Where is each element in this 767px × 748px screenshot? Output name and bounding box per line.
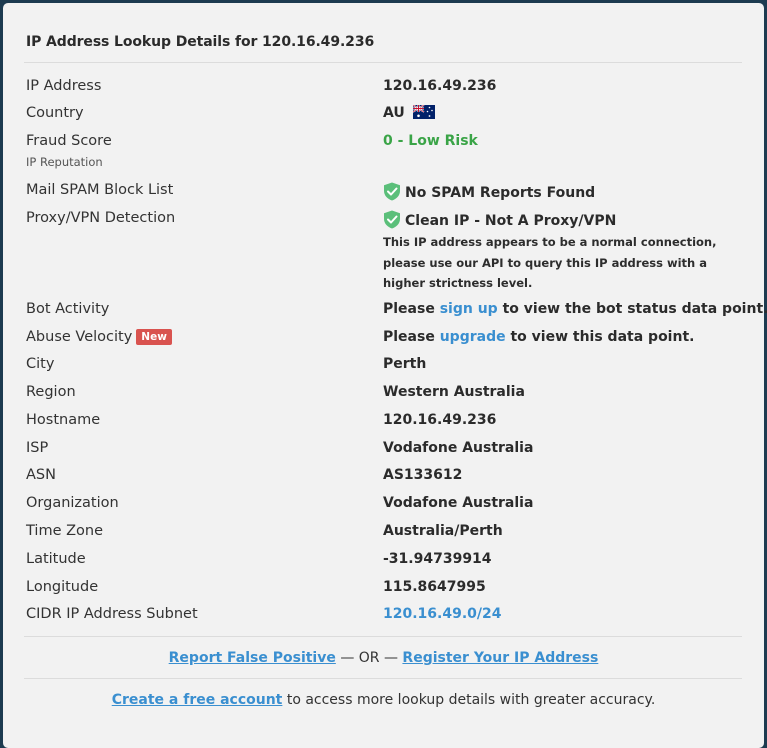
bot-activity-label: Bot Activity [26, 301, 110, 317]
isp-value: Vodafone Australia [383, 440, 534, 456]
shield-check-icon [384, 182, 400, 201]
report-false-positive-link[interactable]: Report False Positive [169, 650, 336, 666]
proxy-value-wrap: Clean IP - Not A Proxy/VPN [383, 210, 616, 229]
abuse-velocity-value: Please upgrade to view this data point. [383, 329, 694, 345]
fraud-score-label: Fraud Score [26, 133, 112, 149]
latitude-value: -31.94739914 [383, 551, 492, 567]
bot-activity-value: Please sign up to view the bot status da… [383, 301, 767, 317]
ip-address-value: 120.16.49.236 [383, 78, 497, 94]
asn-value: AS133612 [383, 467, 463, 483]
abuse-velocity-label: Abuse Velocity [26, 329, 133, 345]
or-separator: — OR — [340, 650, 398, 666]
footer-divider-top [24, 636, 742, 637]
country-value: AU [383, 105, 405, 121]
city-value: Perth [383, 356, 427, 372]
new-badge: New [136, 329, 172, 345]
proxy-label: Proxy/VPN Detection [26, 210, 176, 226]
ip-reputation-sublabel: IP Reputation [26, 155, 103, 169]
region-value: Western Australia [383, 384, 525, 400]
australia-flag-icon [412, 105, 435, 119]
lookup-details-panel: IP Address Lookup Details for 120.16.49.… [3, 3, 767, 748]
ip-address-label: IP Address [26, 78, 102, 94]
spam-value: No SPAM Reports Found [405, 185, 596, 201]
proxy-value: Clean IP - Not A Proxy/VPN [405, 213, 617, 229]
abuse-suffix: to view this data point. [510, 329, 695, 345]
spam-value-wrap: No SPAM Reports Found [383, 182, 595, 201]
latitude-label: Latitude [26, 551, 86, 567]
longitude-label: Longitude [26, 579, 99, 595]
asn-label: ASN [26, 467, 56, 483]
create-account-suffix: to access more lookup details with great… [286, 692, 656, 708]
sign-up-link[interactable]: sign up [440, 301, 498, 317]
country-label: Country [26, 105, 84, 121]
country-value-wrap: AU [383, 105, 435, 121]
bot-suffix: to view the bot status data point. [502, 301, 767, 317]
region-label: Region [26, 384, 76, 400]
header-divider [24, 62, 742, 63]
create-account-line: Create a free account to access more loo… [3, 692, 764, 708]
shield-check-icon [384, 210, 400, 229]
cidr-label: CIDR IP Address Subnet [26, 606, 198, 622]
longitude-value: 115.8647995 [383, 579, 486, 595]
hostname-value: 120.16.49.236 [383, 412, 497, 428]
spam-label: Mail SPAM Block List [26, 182, 174, 198]
abuse-velocity-label-wrap: Abuse Velocity New [26, 329, 172, 345]
fraud-score-value: 0 - Low Risk [383, 133, 478, 149]
bot-prefix: Please [383, 301, 435, 317]
create-account-link[interactable]: Create a free account [112, 692, 283, 708]
upgrade-link[interactable]: upgrade [440, 329, 506, 345]
footer-divider-bottom [24, 678, 742, 679]
panel-title: IP Address Lookup Details for 120.16.49.… [26, 34, 375, 50]
report-register-line: Report False Positive — OR — Register Yo… [3, 650, 764, 666]
abuse-prefix: Please [383, 329, 435, 345]
hostname-label: Hostname [26, 412, 101, 428]
time-zone-label: Time Zone [26, 523, 104, 539]
register-ip-link[interactable]: Register Your IP Address [402, 650, 598, 666]
proxy-note: This IP address appears to be a normal c… [383, 235, 717, 290]
organization-label: Organization [26, 495, 119, 511]
city-label: City [26, 356, 55, 372]
time-zone-value: Australia/Perth [383, 523, 503, 539]
cidr-subnet-link[interactable]: 120.16.49.0/24 [383, 606, 501, 622]
isp-label: ISP [26, 440, 49, 456]
organization-value: Vodafone Australia [383, 495, 534, 511]
